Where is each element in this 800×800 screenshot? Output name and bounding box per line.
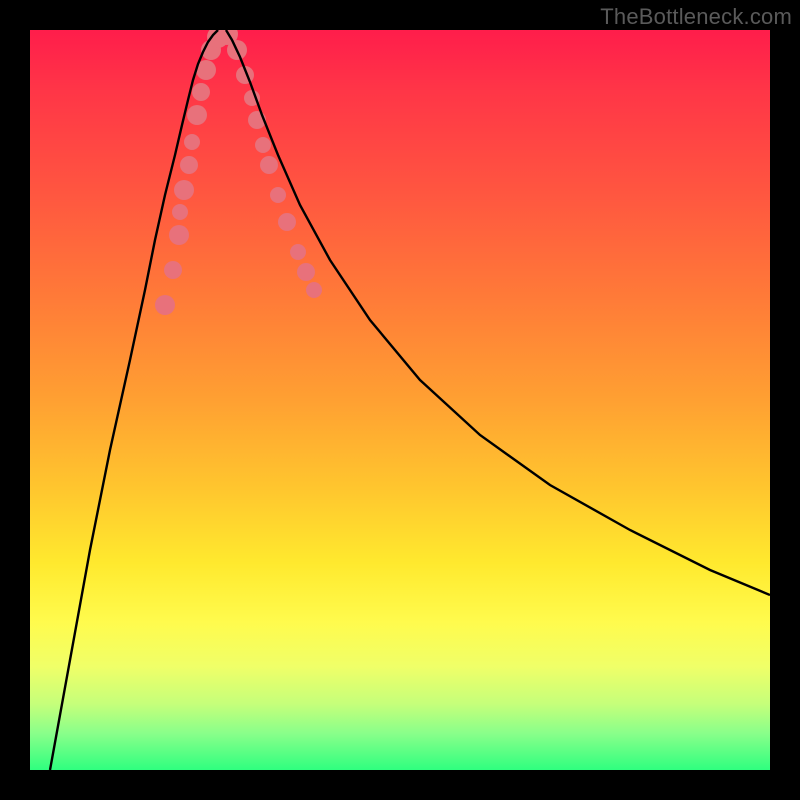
marker-dot <box>192 83 210 101</box>
marker-dot <box>260 156 278 174</box>
marker-dot <box>278 213 296 231</box>
marker-dots-group <box>155 30 322 315</box>
watermark-text: TheBottleneck.com <box>600 4 792 30</box>
right-curve-path <box>226 30 770 595</box>
marker-dot <box>174 180 194 200</box>
marker-dot <box>184 134 200 150</box>
marker-dot <box>306 282 322 298</box>
marker-dot <box>172 204 188 220</box>
marker-dot <box>169 225 189 245</box>
marker-dot <box>180 156 198 174</box>
marker-dot <box>187 105 207 125</box>
chart-svg <box>30 30 770 770</box>
marker-dot <box>297 263 315 281</box>
plot-area <box>30 30 770 770</box>
marker-dot <box>255 137 271 153</box>
marker-dot <box>164 261 182 279</box>
marker-dot <box>270 187 286 203</box>
marker-dot <box>290 244 306 260</box>
marker-dot <box>155 295 175 315</box>
outer-frame: TheBottleneck.com <box>0 0 800 800</box>
